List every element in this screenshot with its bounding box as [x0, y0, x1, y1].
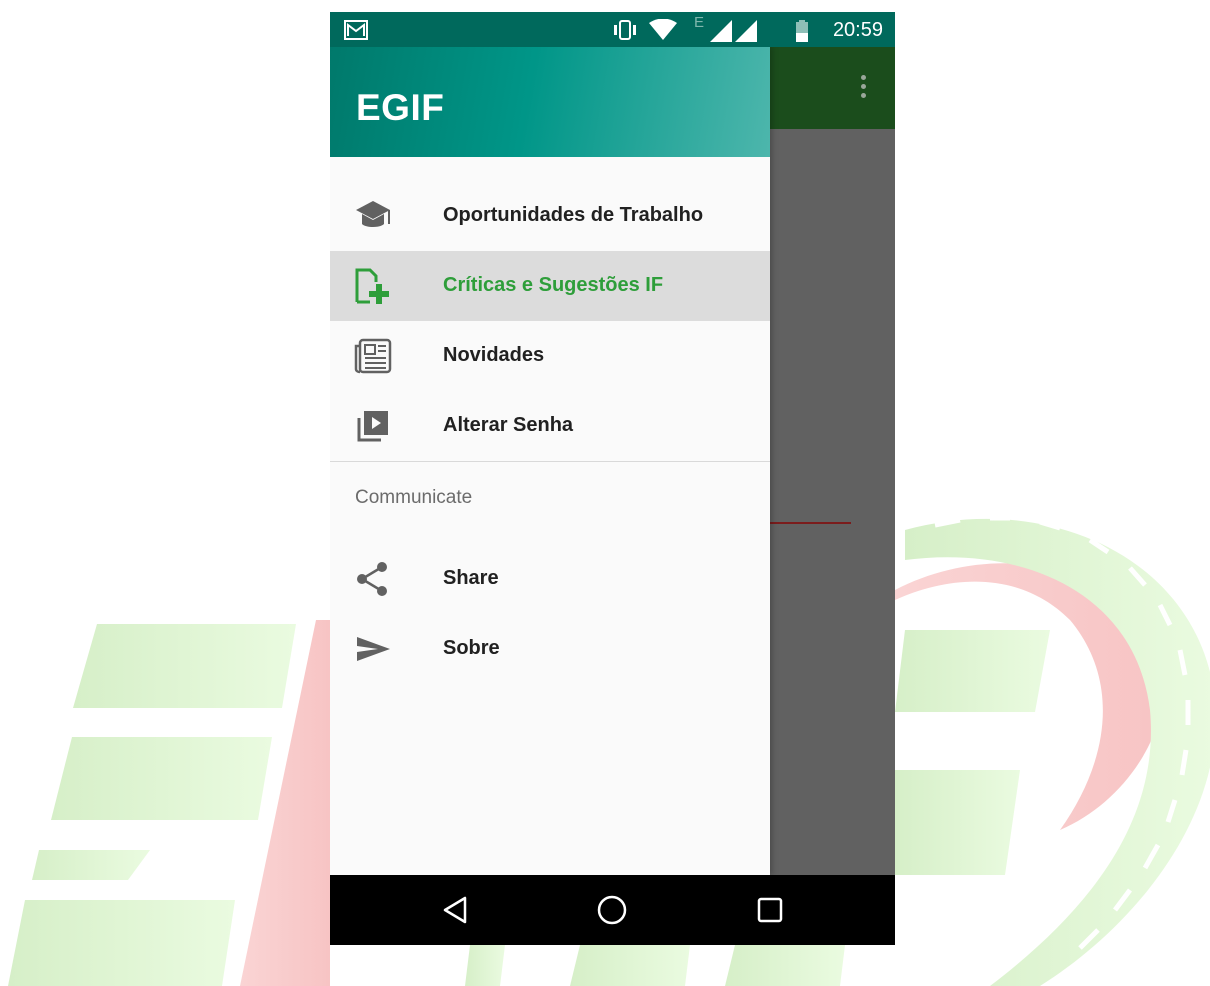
battery-icon	[796, 20, 808, 42]
drawer-item-label: Sobre	[443, 637, 500, 659]
recents-icon[interactable]	[755, 895, 785, 925]
drawer-item-sobre[interactable]: Sobre	[330, 614, 770, 684]
newspaper-icon	[354, 338, 392, 374]
drawer-item-novidades[interactable]: Novidades	[330, 321, 770, 391]
drawer-item-share[interactable]: Share	[330, 544, 770, 614]
drawer-item-criticas[interactable]: Críticas e Sugestões IF	[330, 251, 770, 321]
drawer-item-label: Share	[443, 567, 499, 589]
overflow-menu-icon[interactable]	[861, 75, 867, 101]
send-icon	[357, 637, 390, 661]
navigation-drawer: EGIF Oportunidades de Trabalho Críticas …	[330, 47, 770, 875]
drawer-item-oportunidades[interactable]: Oportunidades de Trabalho	[330, 181, 770, 251]
share-icon	[357, 562, 387, 596]
graduation-cap-icon	[356, 201, 390, 227]
home-icon[interactable]	[597, 895, 627, 925]
signal-icon	[710, 20, 732, 42]
drawer-item-label: Críticas e Sugestões IF	[443, 274, 664, 296]
status-time: 20:59	[832, 19, 883, 41]
drawer-item-label: Novidades	[443, 344, 545, 366]
note-add-icon	[355, 268, 389, 304]
gmail-icon	[344, 20, 368, 40]
drawer-title: EGIF	[356, 87, 445, 128]
drawer-divider	[330, 461, 770, 462]
status-bar: E 20:59	[330, 12, 895, 47]
video-library-icon	[357, 411, 388, 442]
system-nav-bar	[330, 875, 895, 945]
drawer-item-label: Alterar Senha	[443, 414, 574, 436]
drawer-header: EGIF	[330, 47, 770, 157]
phone-screen: E 20:59 EGIF Oportunidades de Trabalho C…	[330, 12, 895, 945]
content-divider	[770, 522, 851, 524]
section-header-communicate: Communicate	[355, 487, 473, 508]
back-icon[interactable]	[441, 895, 471, 925]
wifi-icon	[649, 19, 677, 40]
vibrate-icon	[614, 20, 636, 40]
network-type-label: E	[694, 14, 705, 31]
signal-icon	[735, 20, 757, 42]
drawer-item-alterar-senha[interactable]: Alterar Senha	[330, 391, 770, 461]
drawer-item-label: Oportunidades de Trabalho	[443, 204, 704, 226]
